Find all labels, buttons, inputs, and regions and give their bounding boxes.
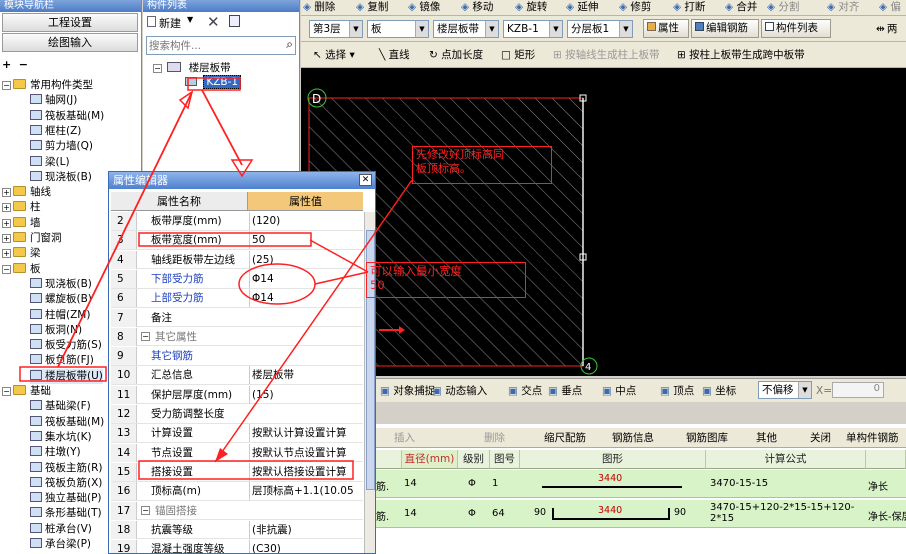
highlight-width-row: [138, 232, 312, 247]
highlight-rebar-values: [238, 263, 316, 305]
highlight-nav-item: [19, 366, 107, 382]
note-min-width: 可以输入最小宽度 50: [366, 262, 526, 298]
leader-elevation: [214, 179, 413, 463]
arrow-line-2: [201, 89, 243, 166]
highlight-top-elevation: [138, 460, 354, 480]
highlight-kzb: [187, 77, 241, 91]
note-set-elevation: 先修改好顶标高同 板顶标高。: [412, 146, 552, 184]
arrow-head-2: [230, 159, 254, 178]
arrow-line-1: [57, 91, 193, 368]
leader-elevation-arrow: [215, 448, 228, 462]
